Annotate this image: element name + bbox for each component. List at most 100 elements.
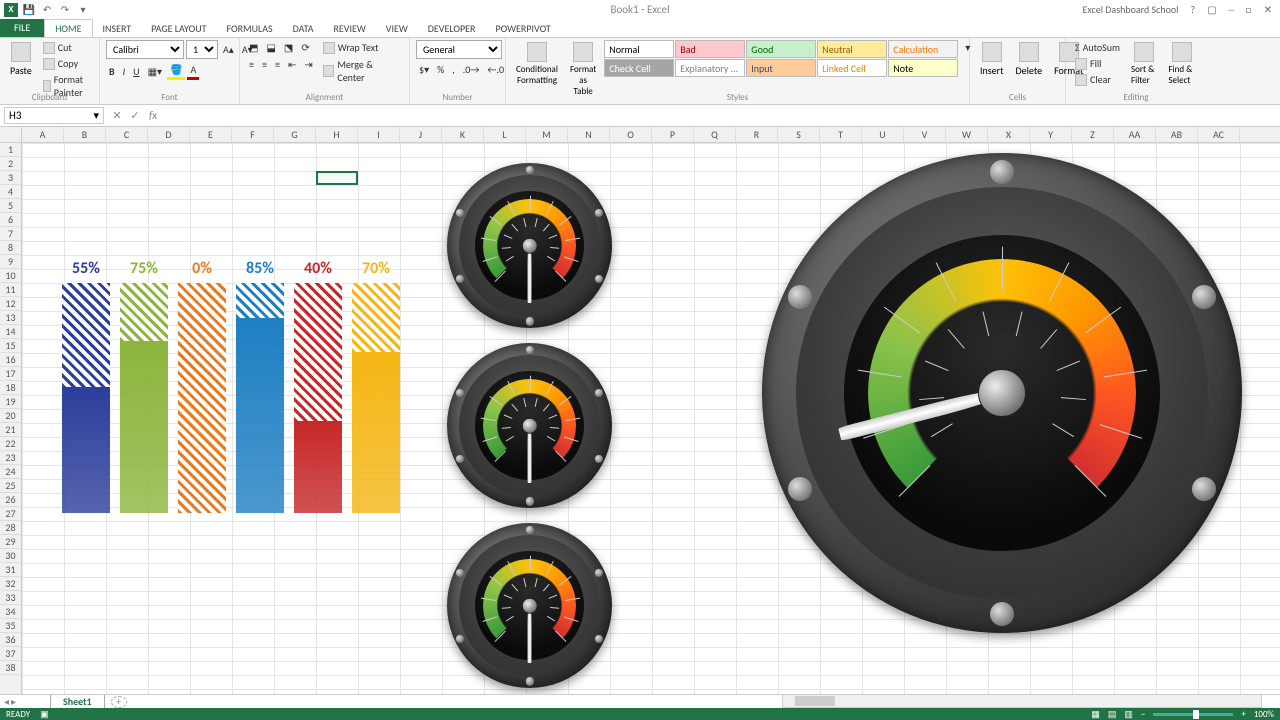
number-format-select[interactable]: General	[416, 40, 502, 59]
row-header-27[interactable]: 27	[0, 507, 21, 521]
italic-button[interactable]: I	[120, 64, 129, 79]
row-header-9[interactable]: 9	[0, 255, 21, 269]
col-header-J[interactable]: J	[400, 127, 442, 142]
col-header-A[interactable]: A	[22, 127, 64, 142]
zoom-slider[interactable]	[1153, 713, 1233, 716]
row-header-17[interactable]: 17	[0, 367, 21, 381]
border-button[interactable]: ▦▾	[145, 64, 165, 79]
row-header-25[interactable]: 25	[0, 479, 21, 493]
row-header-16[interactable]: 16	[0, 353, 21, 367]
tab-page-layout[interactable]: PAGE LAYOUT	[141, 20, 216, 37]
zoom-out-icon[interactable]: −	[1141, 709, 1145, 720]
delete-cells-button[interactable]: Delete	[1012, 40, 1047, 79]
tab-formulas[interactable]: FORMULAS	[216, 20, 282, 37]
row-header-24[interactable]: 24	[0, 465, 21, 479]
col-header-W[interactable]: W	[946, 127, 988, 142]
account-name[interactable]: Excel Dashboard School	[1083, 3, 1179, 16]
scroll-thumb[interactable]	[795, 696, 835, 706]
row-header-5[interactable]: 5	[0, 199, 21, 213]
row-header-14[interactable]: 14	[0, 325, 21, 339]
increase-indent-icon[interactable]: ⇥	[301, 57, 315, 72]
row-header-31[interactable]: 31	[0, 563, 21, 577]
sheet-nav-prev-icon[interactable]: ◂	[4, 695, 9, 708]
gauge-small-1[interactable]	[447, 163, 612, 328]
row-headers[interactable]: 1234567891011121314151617181920212223242…	[0, 143, 22, 694]
formula-input[interactable]	[162, 107, 1280, 124]
col-header-N[interactable]: N	[568, 127, 610, 142]
align-bottom-icon[interactable]: ⬔	[281, 40, 296, 55]
row-header-6[interactable]: 6	[0, 213, 21, 227]
underline-button[interactable]: U	[130, 64, 142, 79]
row-header-22[interactable]: 22	[0, 437, 21, 451]
col-header-Q[interactable]: Q	[694, 127, 736, 142]
wrap-text-button[interactable]: Wrap Text	[320, 40, 403, 55]
row-header-32[interactable]: 32	[0, 577, 21, 591]
col-header-D[interactable]: D	[148, 127, 190, 142]
insert-cells-button[interactable]: Insert	[976, 40, 1008, 79]
align-left-icon[interactable]: ≡	[246, 57, 257, 72]
col-header-E[interactable]: E	[190, 127, 232, 142]
format-as-table-button[interactable]: Format as Table	[566, 40, 600, 99]
row-header-19[interactable]: 19	[0, 395, 21, 409]
style-good[interactable]: Good	[746, 40, 816, 58]
row-header-23[interactable]: 23	[0, 451, 21, 465]
zoom-in-icon[interactable]: +	[1241, 709, 1245, 720]
horizontal-scrollbar[interactable]	[782, 694, 1262, 708]
align-top-icon[interactable]: ⬒	[246, 40, 261, 55]
row-header-36[interactable]: 36	[0, 633, 21, 647]
decrease-indent-icon[interactable]: ⇤	[285, 57, 299, 72]
enter-formula-icon[interactable]: ✓	[126, 109, 144, 122]
column-headers[interactable]: ABCDEFGHIJKLMNOPQRSTUVWXYZAAABAC	[22, 127, 1280, 143]
tab-data[interactable]: DATA	[283, 20, 324, 37]
font-color-button[interactable]: A	[187, 62, 199, 80]
style-note[interactable]: Note	[888, 59, 958, 77]
tab-review[interactable]: REVIEW	[323, 20, 375, 37]
sheet-nav-next-icon[interactable]: ▸	[11, 695, 16, 708]
col-header-O[interactable]: O	[610, 127, 652, 142]
col-header-L[interactable]: L	[484, 127, 526, 142]
sheet-tab-active[interactable]: Sheet1	[50, 695, 105, 709]
gauge-small-2[interactable]	[447, 343, 612, 508]
row-header-2[interactable]: 2	[0, 157, 21, 171]
row-header-12[interactable]: 12	[0, 297, 21, 311]
select-all-corner[interactable]	[0, 127, 22, 143]
paste-button[interactable]: Paste	[6, 40, 36, 79]
row-header-29[interactable]: 29	[0, 535, 21, 549]
minimize-icon[interactable]: ─	[1229, 3, 1234, 16]
col-header-R[interactable]: R	[736, 127, 778, 142]
col-header-AA[interactable]: AA	[1114, 127, 1156, 142]
col-header-C[interactable]: C	[106, 127, 148, 142]
row-header-37[interactable]: 37	[0, 647, 21, 661]
name-box[interactable]: H3▾	[4, 107, 104, 124]
row-header-26[interactable]: 26	[0, 493, 21, 507]
new-sheet-button[interactable]: +	[111, 696, 127, 708]
row-header-7[interactable]: 7	[0, 227, 21, 241]
chevron-down-icon[interactable]: ▾	[93, 109, 99, 122]
zoom-level[interactable]: 100%	[1254, 709, 1274, 720]
copy-button[interactable]: Copy	[40, 56, 93, 71]
font-size-select[interactable]: 11	[186, 40, 218, 59]
tab-view[interactable]: VIEW	[376, 20, 418, 37]
close-icon[interactable]: ✕	[1264, 3, 1272, 16]
cells-area[interactable]: 55%75%0%85%40%70%	[22, 143, 1280, 694]
style-neutral[interactable]: Neutral	[817, 40, 887, 58]
percent-format-icon[interactable]: %	[434, 62, 447, 77]
row-header-18[interactable]: 18	[0, 381, 21, 395]
col-header-AB[interactable]: AB	[1156, 127, 1198, 142]
col-header-F[interactable]: F	[232, 127, 274, 142]
col-header-Y[interactable]: Y	[1030, 127, 1072, 142]
view-normal-icon[interactable]: ▦	[1091, 709, 1100, 720]
col-header-S[interactable]: S	[778, 127, 820, 142]
col-header-T[interactable]: T	[820, 127, 862, 142]
style-calculation[interactable]: Calculation	[888, 40, 958, 58]
align-middle-icon[interactable]: ⬓	[263, 40, 278, 55]
conditional-formatting-button[interactable]: Conditional Formatting	[512, 40, 562, 88]
cut-button[interactable]: Cut	[40, 40, 93, 55]
row-header-3[interactable]: 3	[0, 171, 21, 185]
row-header-34[interactable]: 34	[0, 605, 21, 619]
tab-developer[interactable]: DEVELOPER	[418, 20, 486, 37]
row-header-1[interactable]: 1	[0, 143, 21, 157]
sort-filter-button[interactable]: Sort & Filter	[1127, 40, 1160, 88]
style-input[interactable]: Input	[746, 59, 816, 77]
fill-button[interactable]: Fill	[1072, 56, 1123, 71]
